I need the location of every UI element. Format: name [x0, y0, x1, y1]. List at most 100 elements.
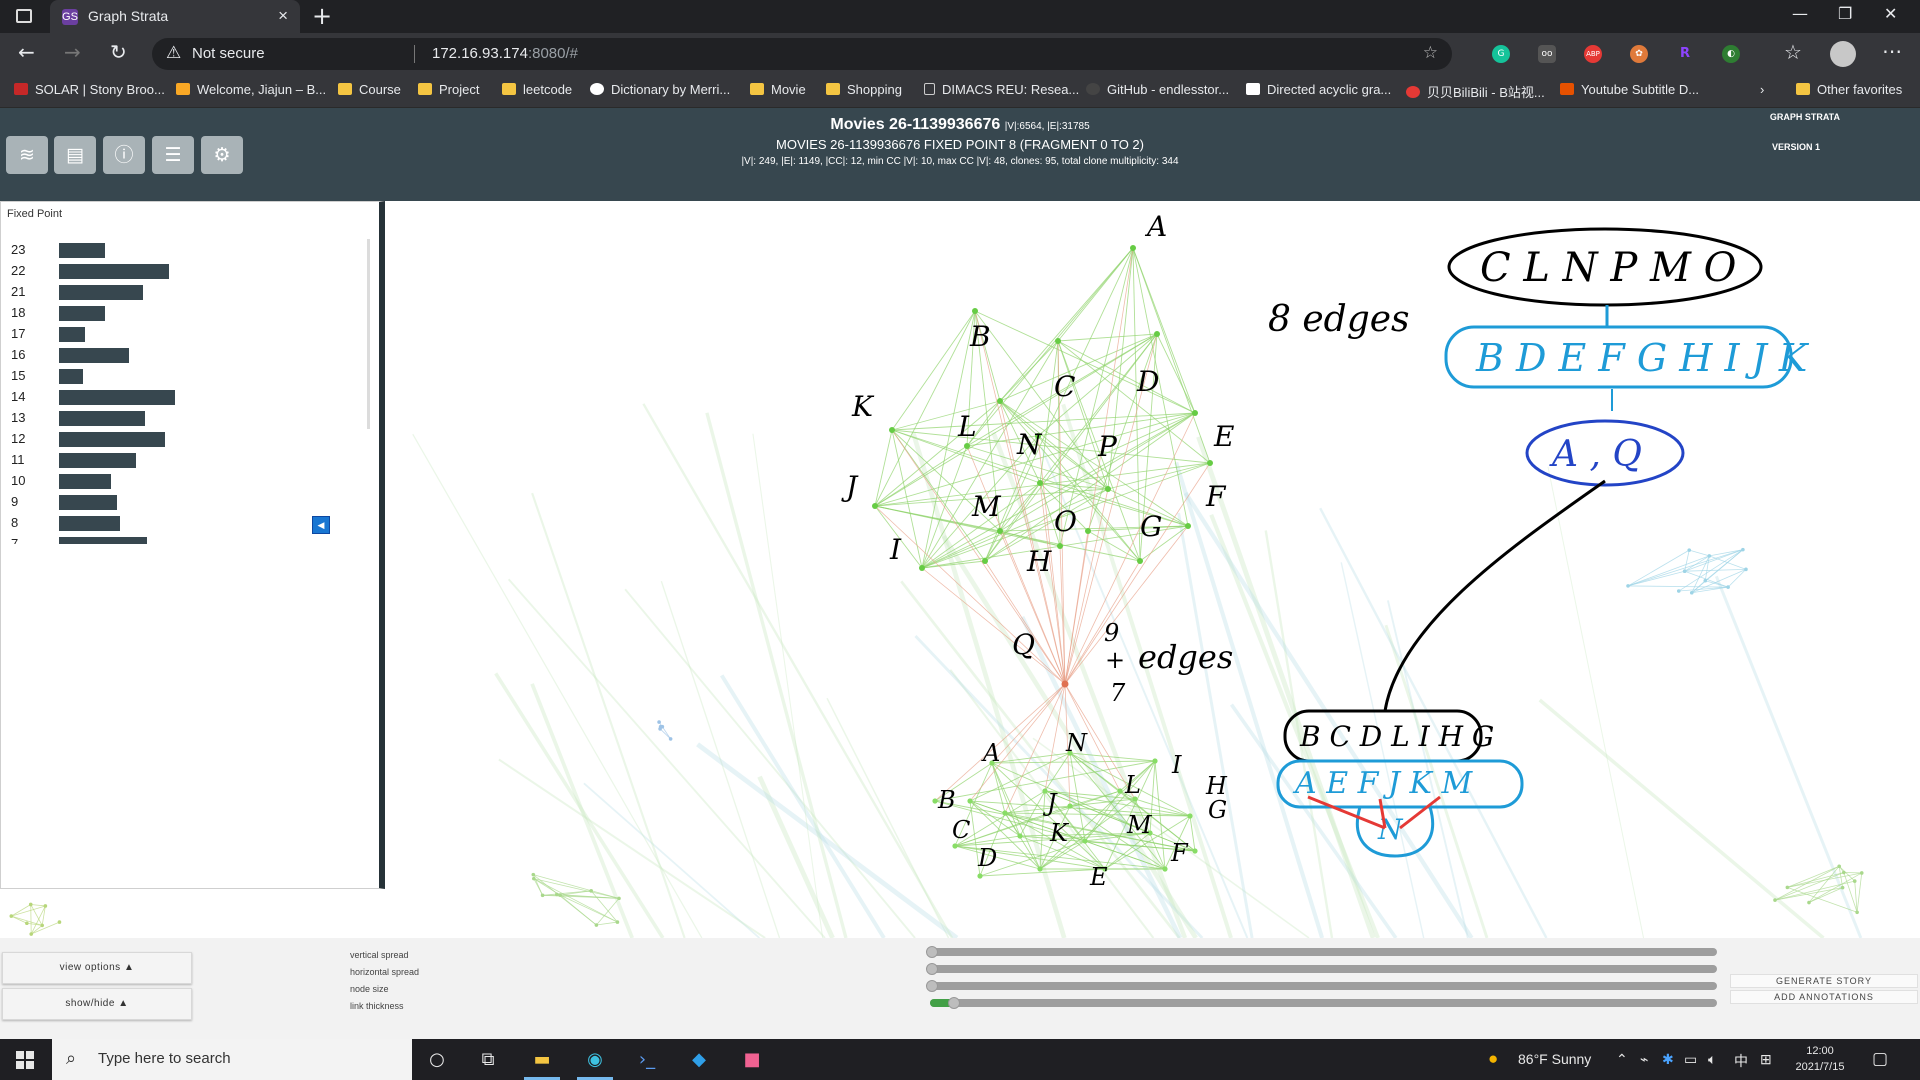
fixed-point-row[interactable]: 7	[1, 533, 361, 544]
edge-browser-icon[interactable]: ◉	[583, 1048, 607, 1072]
generate-story-button[interactable]: GENERATE STORY	[1730, 974, 1918, 988]
horizontal-spread-handle[interactable]	[926, 963, 938, 975]
fixed-point-bar[interactable]	[59, 348, 129, 363]
new-tab-icon[interactable]: +	[312, 2, 332, 30]
battery-icon[interactable]: ▭	[1684, 1051, 1697, 1068]
fixed-point-bar[interactable]	[59, 495, 117, 510]
bookmark-blackboard[interactable]: Welcome, Jiajun – B...	[176, 82, 326, 97]
vertical-spread-slider[interactable]	[930, 948, 1717, 956]
weather-widget[interactable]: 86°F Sunny	[1518, 1051, 1591, 1067]
cortana-icon[interactable]: ○	[425, 1048, 449, 1072]
bookmark-youtube-subtitle[interactable]: Youtube Subtitle D...	[1560, 82, 1699, 97]
fixed-point-scrollbar[interactable]	[367, 239, 370, 429]
tray-overflow-icon[interactable]: ⌃	[1616, 1051, 1628, 1068]
bookmark-dimacs[interactable]: DIMACS REU: Resea...	[924, 82, 1079, 97]
grammarly-extension-icon[interactable]: G	[1492, 45, 1510, 63]
bookmark-shopping[interactable]: Shopping	[826, 82, 902, 97]
fixed-point-bar[interactable]	[59, 285, 143, 300]
fixed-point-bar[interactable]	[59, 432, 165, 447]
fixed-point-row[interactable]: 21	[1, 281, 361, 302]
fixed-point-row[interactable]: 8	[1, 512, 361, 533]
fixed-point-bar[interactable]	[59, 306, 105, 321]
fixed-point-row[interactable]: 15	[1, 365, 361, 386]
bookmarks-overflow-icon[interactable]: ›	[1760, 82, 1764, 97]
bookmark-movie[interactable]: Movie	[750, 82, 806, 97]
horizontal-spread-slider[interactable]	[930, 965, 1717, 973]
extension-icon[interactable]: ◐	[1722, 45, 1740, 63]
volume-icon[interactable]: 🔈︎	[1708, 1051, 1716, 1068]
bookmark-solar[interactable]: SOLAR | Stony Broo...	[14, 82, 165, 97]
favorites-icon[interactable]: ☆	[1784, 42, 1802, 62]
bookmark-other-favorites[interactable]: Other favorites	[1796, 82, 1902, 97]
fixed-point-row[interactable]: 16	[1, 344, 361, 365]
security-status[interactable]: Not secure	[192, 45, 265, 62]
tab-actions-icon[interactable]	[16, 9, 32, 23]
back-icon[interactable]: ←	[18, 42, 35, 62]
bookmark-dictionary[interactable]: Dictionary by Merri...	[590, 82, 730, 97]
fixed-point-row[interactable]: 10	[1, 470, 361, 491]
bluetooth-icon[interactable]: ✱	[1662, 1051, 1674, 1068]
selected-fixed-point-marker[interactable]: ◀	[312, 516, 330, 534]
node-size-handle[interactable]	[926, 980, 938, 992]
file-explorer-icon[interactable]: ▬	[530, 1048, 554, 1072]
add-annotations-button[interactable]: ADD ANNOTATIONS	[1730, 990, 1918, 1004]
fixed-point-row[interactable]: 23	[1, 239, 361, 260]
bookmark-leetcode[interactable]: leetcode	[502, 82, 572, 97]
bookmark-bilibili[interactable]: 贝贝BiliBili - B站视...	[1406, 82, 1545, 101]
fixed-point-row[interactable]: 9	[1, 491, 361, 512]
bookmark-project[interactable]: Project	[418, 82, 479, 97]
input-method-indicator[interactable]: 中	[1734, 1051, 1748, 1071]
powershell-icon[interactable]: ›_	[635, 1048, 659, 1072]
vertical-spread-handle[interactable]	[926, 946, 938, 958]
reload-icon[interactable]: ↻	[110, 42, 127, 62]
link-thickness-handle[interactable]	[948, 997, 960, 1009]
fixed-point-bar[interactable]	[59, 537, 147, 544]
bookmark-github[interactable]: GitHub - endlesstor...	[1086, 82, 1229, 97]
fixed-point-row[interactable]: 13	[1, 407, 361, 428]
address-bar[interactable]: ⚠ Not secure 172.16.93.174:8080/# ☆	[152, 38, 1452, 70]
url-text[interactable]: 172.16.93.174:8080/#	[432, 45, 578, 62]
fixed-point-bar[interactable]	[59, 369, 83, 384]
more-menu-icon[interactable]: ⋯	[1882, 39, 1902, 63]
extension-icon[interactable]: oo	[1538, 45, 1556, 63]
add-favorite-icon[interactable]: ☆	[1423, 43, 1438, 63]
link-thickness-slider[interactable]	[930, 999, 1717, 1007]
notifications-icon[interactable]: ▢	[1872, 1049, 1888, 1069]
fixed-point-row[interactable]: 17	[1, 323, 361, 344]
fixed-point-row[interactable]: 18	[1, 302, 361, 323]
fixed-point-bar[interactable]	[59, 411, 145, 426]
windows-start-icon[interactable]	[16, 1051, 34, 1069]
task-view-icon[interactable]: ⧉	[476, 1048, 500, 1072]
intellij-icon[interactable]: ■	[740, 1048, 764, 1072]
close-tab-icon[interactable]: ×	[278, 6, 288, 26]
fixed-point-bar[interactable]	[59, 390, 175, 405]
fixed-point-bar[interactable]	[59, 516, 120, 531]
show-hide-button[interactable]: show/hide ▲	[2, 988, 192, 1020]
fixed-point-row[interactable]: 12	[1, 428, 361, 449]
keyboard-layout-icon[interactable]: ⊞	[1760, 1051, 1772, 1068]
profile-avatar[interactable]	[1830, 41, 1856, 67]
node-size-slider[interactable]	[930, 982, 1717, 990]
fixed-point-row[interactable]: 22	[1, 260, 361, 281]
minimize-icon[interactable]: —	[1792, 4, 1808, 23]
restore-icon[interactable]: ❐	[1838, 4, 1852, 23]
extension-icon[interactable]: R	[1676, 45, 1694, 63]
view-options-button[interactable]: view options ▲	[2, 952, 192, 984]
fixed-point-row[interactable]: 11	[1, 449, 361, 470]
fixed-point-bar[interactable]	[59, 327, 85, 342]
fixed-point-bar[interactable]	[59, 243, 105, 258]
fixed-point-row[interactable]: 14	[1, 386, 361, 407]
bookmark-course[interactable]: Course	[338, 82, 401, 97]
taskbar-search-box[interactable]: ⌕ Type here to search	[52, 1039, 412, 1080]
adblock-plus-extension-icon[interactable]: ABP	[1584, 45, 1602, 63]
fixed-point-bar[interactable]	[59, 453, 136, 468]
fixed-point-bar[interactable]	[59, 474, 111, 489]
fixed-point-list[interactable]: 23 22 21 18 17 16 15 14 13 12 11 10 9 8 7	[1, 239, 361, 544]
system-clock[interactable]: 12:00 2021/7/15	[1785, 1043, 1855, 1075]
network-status-icon[interactable]: ⌁	[1640, 1051, 1648, 1068]
vscode-icon[interactable]: ◆	[687, 1048, 711, 1072]
close-window-icon[interactable]: ✕	[1884, 4, 1897, 23]
fixed-point-bar[interactable]	[59, 264, 169, 279]
forward-icon[interactable]: →	[64, 42, 81, 62]
bookmark-wikipedia[interactable]: Directed acyclic gra...	[1246, 82, 1391, 97]
